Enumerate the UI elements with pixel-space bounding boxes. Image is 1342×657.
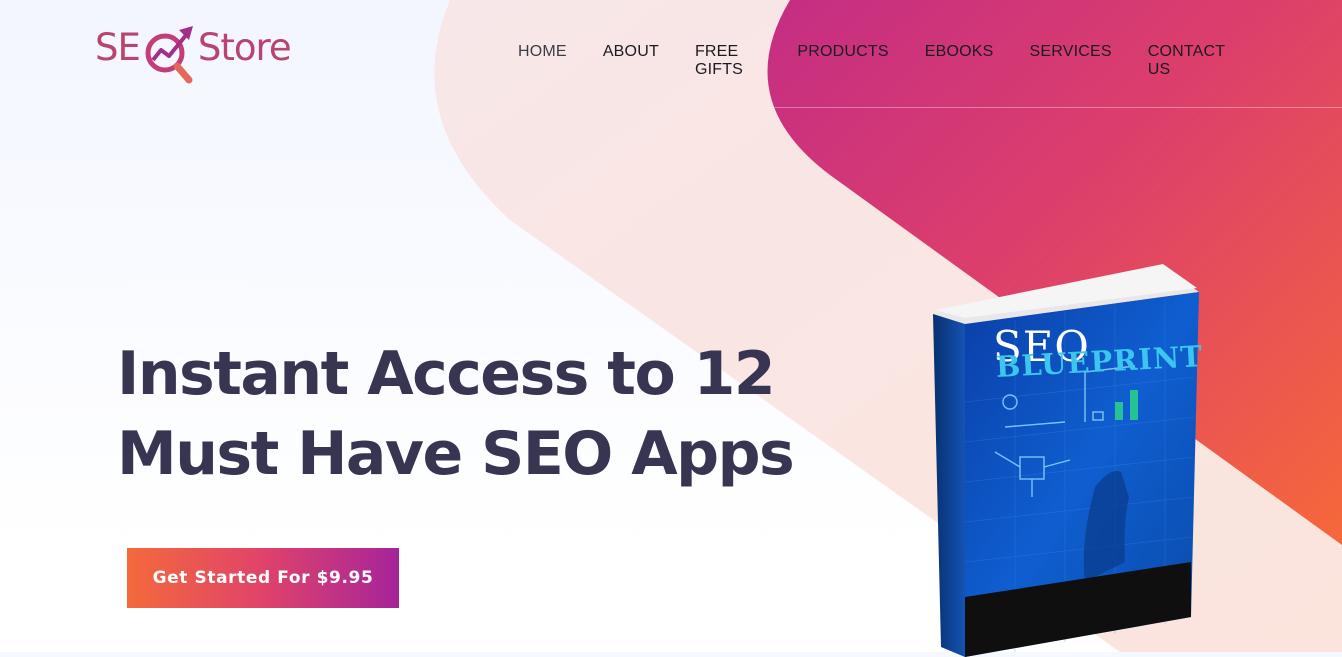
get-started-button[interactable]: Get Started For $9.95 (127, 548, 399, 608)
site-logo[interactable]: SE Store (95, 18, 300, 88)
nav-free-gifts[interactable]: FREE GIFTS (677, 43, 779, 79)
nav-ebooks[interactable]: EBOOKS (907, 43, 1012, 79)
logo-text-store: Store (198, 26, 291, 69)
logo-text-se: SE (95, 26, 140, 69)
magnifier-chart-arrow-icon (139, 20, 199, 90)
nav-contact-us[interactable]: CONTACT US (1130, 43, 1243, 79)
nav-products[interactable]: PRODUCTS (779, 43, 906, 79)
nav-home[interactable]: HOME (500, 43, 585, 79)
nav-about[interactable]: ABOUT (585, 43, 677, 79)
nav-services[interactable]: SERVICES (1012, 43, 1130, 79)
header-divider (768, 107, 1342, 108)
seo-blueprint-book: SEO BLUEPRINT (925, 262, 1210, 657)
main-nav: HOME ABOUT FREE GIFTS PRODUCTS EBOOKS SE… (500, 43, 1243, 79)
hero-title: Instant Access to 12 Must Have SEO Apps (117, 334, 797, 494)
